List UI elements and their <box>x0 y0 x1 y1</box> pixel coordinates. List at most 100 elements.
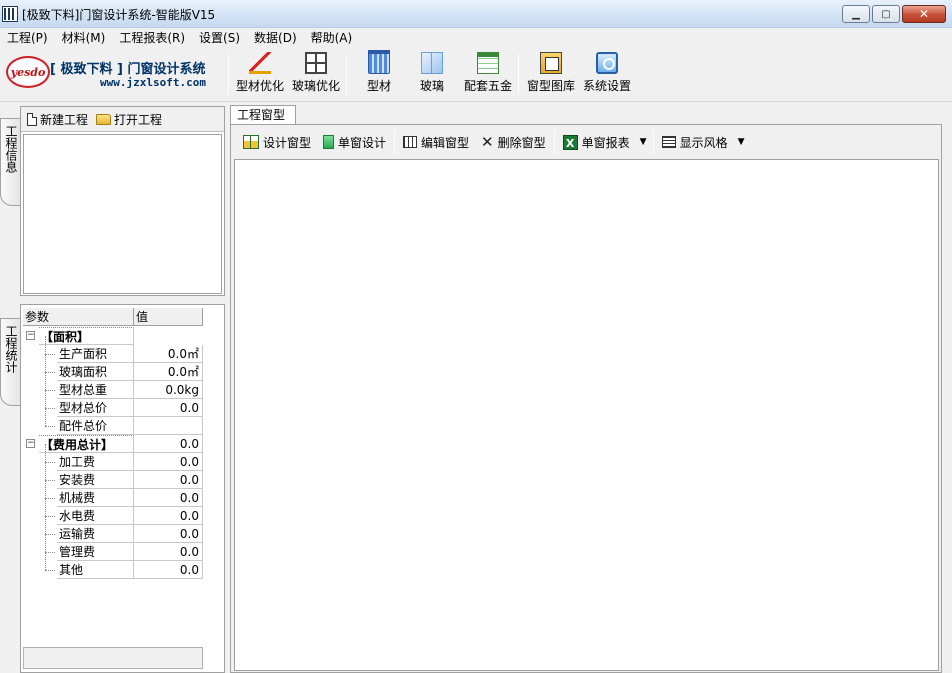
glass-button[interactable]: 玻璃 <box>415 52 449 98</box>
window-library-label: 窗型图库 <box>526 79 575 93</box>
project-windows-panel: 设计窗型 单窗设计 编辑窗型 ✕ 删除窗型 X 单窗报表 ▼ 显示风格 ▼ <box>230 124 942 673</box>
profile-button[interactable]: 型材 <box>362 50 396 98</box>
table-row[interactable]: 型材总价 0.0 <box>23 399 203 417</box>
param-value: 0.0 <box>134 489 203 507</box>
single-report-button[interactable]: X 单窗报表 <box>557 130 636 154</box>
new-document-icon <box>27 112 37 126</box>
param-name: 水电费 <box>57 507 134 525</box>
toolbar-separator <box>553 131 555 153</box>
menu-data[interactable]: 数据(D) <box>247 28 304 48</box>
project-list[interactable] <box>23 134 222 294</box>
collapse-icon[interactable]: − <box>26 439 35 448</box>
table-row[interactable]: 其他 0.0 <box>23 561 203 579</box>
menu-project[interactable]: 工程(P) <box>0 28 55 48</box>
column-header-param[interactable]: 参数 <box>23 308 134 325</box>
tab-project-stats[interactable]: 工程统计 <box>0 318 20 406</box>
stats-description-bar <box>23 647 203 669</box>
logo: yesdo [ 极致下料 ] 门窗设计系统 www.jzxlsoft.com <box>4 54 224 90</box>
glass-optimize-icon <box>305 52 327 74</box>
menu-settings[interactable]: 设置(S) <box>192 28 247 48</box>
new-project-button[interactable]: 新建工程 <box>27 111 88 128</box>
window-library-icon <box>540 52 562 74</box>
logo-name: [ 极致下料 ] 门窗设计系统 <box>50 62 206 77</box>
design-window-label: 设计窗型 <box>263 135 312 150</box>
minimize-button[interactable]: ▁ <box>842 5 870 23</box>
close-button[interactable]: ✕ <box>902 5 946 23</box>
tab-project-windows[interactable]: 工程窗型 <box>230 105 296 125</box>
menu-reports[interactable]: 工程报表(R) <box>112 28 192 48</box>
single-report-label: 单窗报表 <box>581 135 630 150</box>
column-header-value[interactable]: 值 <box>134 308 203 325</box>
window-canvas[interactable] <box>234 159 939 671</box>
table-row[interactable]: 水电费 0.0 <box>23 507 203 525</box>
tree-branch <box>45 462 55 463</box>
single-design-button[interactable]: 单窗设计 <box>317 130 392 154</box>
table-row[interactable]: 运输费 0.0 <box>23 525 203 543</box>
restore-button[interactable]: ▢ <box>872 5 900 23</box>
delete-window-button[interactable]: ✕ 删除窗型 <box>475 130 552 154</box>
table-row[interactable]: 玻璃面积 0.0㎡ <box>23 363 203 381</box>
tree-branch <box>45 516 55 517</box>
group-name: 【面积】 <box>39 327 134 345</box>
logo-mark-icon: yesdo <box>6 56 50 88</box>
window-toolbar: 设计窗型 单窗设计 编辑窗型 ✕ 删除窗型 X 单窗报表 ▼ 显示风格 ▼ <box>231 125 941 159</box>
new-project-label: 新建工程 <box>40 112 89 127</box>
project-stats-panel: 参数 值 − 【面积】 生产面积 0.0㎡ 玻璃面积 0.0㎡ 型材总重 0.0… <box>20 304 225 673</box>
param-name: 机械费 <box>57 489 134 507</box>
tree-group-cost[interactable]: − 【费用总计】 0.0 <box>23 435 203 453</box>
stats-grid: − 【面积】 生产面积 0.0㎡ 玻璃面积 0.0㎡ 型材总重 0.0kg 型材… <box>23 327 203 579</box>
profile-optimize-button[interactable]: 型材优化 <box>234 52 286 98</box>
table-row[interactable]: 配件总价 <box>23 417 203 435</box>
system-settings-button[interactable]: 系统设置 <box>581 52 633 98</box>
project-info-panel: 新建工程 打开工程 <box>20 106 225 296</box>
tab-project-info[interactable]: 工程信息 <box>0 118 20 206</box>
delete-x-icon: ✕ <box>481 133 494 151</box>
tree-group-area[interactable]: − 【面积】 <box>23 327 203 345</box>
logo-url: www.jzxlsoft.com <box>100 76 206 89</box>
collapse-icon[interactable]: − <box>26 331 35 340</box>
menu-help[interactable]: 帮助(A) <box>304 28 360 48</box>
system-settings-label: 系统设置 <box>582 79 631 93</box>
param-name: 生产面积 <box>57 345 134 363</box>
param-value: 0.0 <box>134 561 203 579</box>
param-value: 0.0 <box>134 453 203 471</box>
tree-branch <box>45 498 55 499</box>
table-row[interactable]: 生产面积 0.0㎡ <box>23 345 203 363</box>
tree-branch <box>45 354 55 355</box>
hardware-button[interactable]: 配套五金 <box>462 52 514 98</box>
display-style-icon <box>661 136 676 148</box>
param-name: 配件总价 <box>57 417 134 435</box>
table-row[interactable]: 管理费 0.0 <box>23 543 203 561</box>
param-name: 加工费 <box>57 453 134 471</box>
open-folder-icon <box>96 113 112 125</box>
hardware-icon <box>477 52 499 74</box>
table-row[interactable]: 型材总重 0.0kg <box>23 381 203 399</box>
table-row[interactable]: 加工费 0.0 <box>23 453 203 471</box>
display-style-label: 显示风格 <box>679 135 728 150</box>
single-design-label: 单窗设计 <box>338 135 387 150</box>
window-title: [极致下料]门窗设计系统-智能版V15 <box>22 8 216 22</box>
window-library-button[interactable]: 窗型图库 <box>525 52 577 98</box>
design-window-button[interactable]: 设计窗型 <box>237 130 317 154</box>
table-row[interactable]: 安装费 0.0 <box>23 471 203 489</box>
glass-optimize-button[interactable]: 玻璃优化 <box>290 52 342 98</box>
tab-project-info-label: 工程信息 <box>4 125 18 173</box>
param-name: 管理费 <box>57 543 134 561</box>
single-report-dropdown[interactable]: ▼ <box>636 137 651 147</box>
open-project-button[interactable]: 打开工程 <box>96 111 162 128</box>
toolbar-separator <box>394 131 396 153</box>
edit-window-button[interactable]: 编辑窗型 <box>397 130 475 154</box>
display-style-button[interactable]: 显示风格 <box>656 130 734 154</box>
edit-window-label: 编辑窗型 <box>421 135 470 150</box>
param-value <box>134 417 203 435</box>
tree-branch <box>45 552 55 553</box>
param-value: 0.0㎡ <box>134 363 203 381</box>
toolbar-separator <box>228 54 229 94</box>
display-style-dropdown[interactable]: ▼ <box>734 137 749 147</box>
profile-optimize-icon <box>249 52 271 74</box>
glass-label: 玻璃 <box>419 79 444 93</box>
menu-material[interactable]: 材料(M) <box>55 28 113 48</box>
toolbar-separator <box>518 54 519 94</box>
project-toolbar: 新建工程 打开工程 <box>21 107 224 132</box>
table-row[interactable]: 机械费 0.0 <box>23 489 203 507</box>
